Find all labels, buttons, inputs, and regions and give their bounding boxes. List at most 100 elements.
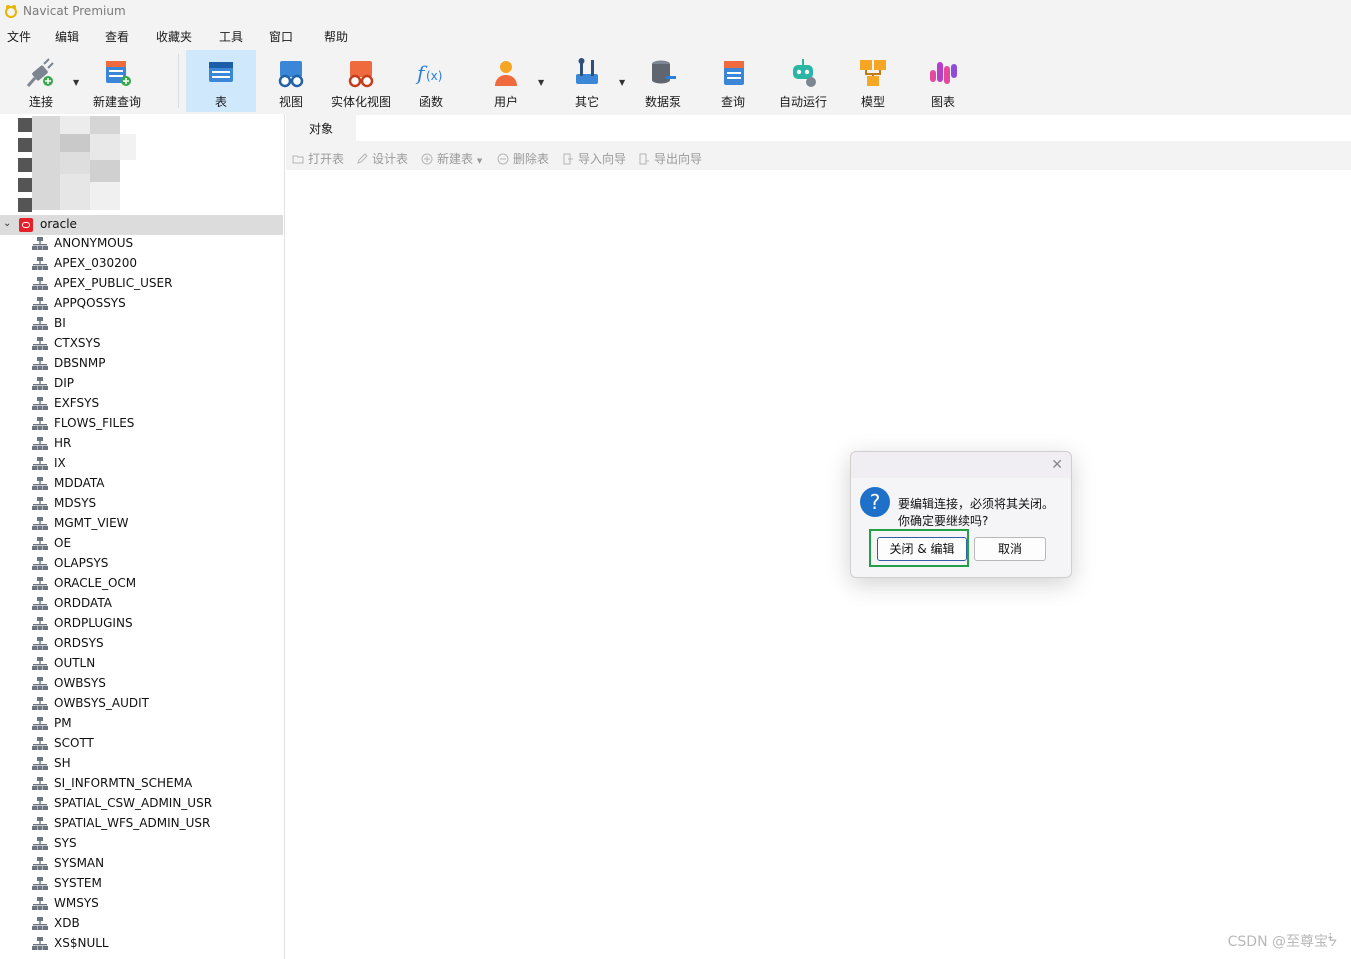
schema-icon xyxy=(32,557,48,570)
other-button[interactable]: 其它 xyxy=(562,50,612,112)
schema-icon xyxy=(32,537,48,550)
new-table-button[interactable]: 新建表 ▼ xyxy=(421,150,482,167)
export-wizard-button[interactable]: 导出向导 xyxy=(638,150,702,167)
cancel-button[interactable]: 取消 xyxy=(974,537,1046,561)
schema-label: HR xyxy=(54,436,72,450)
schema-icon xyxy=(32,897,48,910)
schema-item[interactable]: APEX_030200 xyxy=(0,254,283,274)
schema-label: CTXSYS xyxy=(54,336,101,350)
connect-dropdown-caret-icon[interactable]: ▼ xyxy=(73,78,79,87)
schema-item[interactable]: SCOTT xyxy=(0,734,283,754)
connection-icon[interactable] xyxy=(18,138,32,152)
schema-item[interactable]: XS$NULL xyxy=(0,934,283,954)
menu-favorites[interactable]: 收藏夹 xyxy=(156,28,192,45)
schema-item[interactable]: ORACLE_OCM xyxy=(0,574,283,594)
open-table-button[interactable]: 打开表 xyxy=(292,150,344,167)
schema-item[interactable]: APEX_PUBLIC_USER xyxy=(0,274,283,294)
materialized-view-label: 实体化视图 xyxy=(330,95,391,109)
query-icon xyxy=(724,61,744,85)
menu-window[interactable]: 窗口 xyxy=(269,28,293,45)
object-content-area[interactable] xyxy=(286,170,1351,959)
schema-item[interactable]: SYS xyxy=(0,834,283,854)
schema-item[interactable]: SH xyxy=(0,754,283,774)
schema-item[interactable]: OWBSYS xyxy=(0,674,283,694)
schema-item[interactable]: SYSTEM xyxy=(0,874,283,894)
connection-icon[interactable] xyxy=(18,158,32,172)
robot-icon xyxy=(793,59,816,87)
table-label: 表 xyxy=(214,95,227,109)
menu-tools[interactable]: 工具 xyxy=(219,28,243,45)
schema-item[interactable]: OWBSYS_AUDIT xyxy=(0,694,283,714)
query-button[interactable]: 查询 xyxy=(708,50,758,112)
folder-open-icon xyxy=(292,155,304,164)
schema-icon xyxy=(32,857,48,870)
user-button[interactable]: 用户 xyxy=(481,50,531,112)
schema-item[interactable]: CTXSYS xyxy=(0,334,283,354)
connection-icon[interactable] xyxy=(18,198,32,212)
schema-item[interactable]: IX xyxy=(0,454,283,474)
question-icon: ? xyxy=(860,487,890,517)
schema-item[interactable]: MDSYS xyxy=(0,494,283,514)
schema-item[interactable]: BI xyxy=(0,314,283,334)
schema-item[interactable]: HR xyxy=(0,434,283,454)
schema-item[interactable]: OUTLN xyxy=(0,654,283,674)
connection-icon[interactable] xyxy=(18,178,32,192)
schema-item[interactable]: SPATIAL_CSW_ADMIN_USR xyxy=(0,794,283,814)
schema-item[interactable]: MGMT_VIEW xyxy=(0,514,283,534)
view-button[interactable]: 视图 xyxy=(266,50,316,112)
schema-icon xyxy=(32,457,48,470)
schema-icon xyxy=(32,717,48,730)
tab-objects[interactable]: 对象 xyxy=(286,114,356,142)
oracle-connection-row[interactable]: ⌄ oracle xyxy=(0,215,283,235)
navicat-logo-icon xyxy=(5,5,17,18)
user-dropdown-caret-icon[interactable]: ▼ xyxy=(538,78,544,87)
chart-button[interactable]: 图表 xyxy=(918,50,968,112)
highlight-box xyxy=(869,529,969,567)
schema-item[interactable]: DBSNMP xyxy=(0,354,283,374)
schema-item[interactable]: EXFSYS xyxy=(0,394,283,414)
schema-item[interactable]: PM xyxy=(0,714,283,734)
schema-item[interactable]: SPATIAL_WFS_ADMIN_USR xyxy=(0,814,283,834)
connect-button[interactable]: 连接 xyxy=(14,50,68,112)
menu-file[interactable]: 文件 xyxy=(7,28,31,45)
chevron-down-icon[interactable]: ⌄ xyxy=(3,218,11,229)
schema-item[interactable]: WMSYS xyxy=(0,894,283,914)
minus-circle-icon xyxy=(497,153,509,165)
model-button[interactable]: 模型 xyxy=(848,50,898,112)
schema-item[interactable]: SYSMAN xyxy=(0,854,283,874)
menu-edit[interactable]: 编辑 xyxy=(55,28,79,45)
new-query-button[interactable]: 新建查询 xyxy=(90,50,144,112)
menu-view[interactable]: 查看 xyxy=(105,28,129,45)
schema-label: SH xyxy=(54,756,71,770)
table-button[interactable]: 表 xyxy=(186,50,256,112)
schema-item[interactable]: ORDDATA xyxy=(0,594,283,614)
new-table-dropdown-caret-icon[interactable]: ▼ xyxy=(477,157,482,165)
dialog-message-line1: 要编辑连接，必须将其关闭。 xyxy=(898,497,1055,511)
schema-item[interactable]: ANONYMOUS xyxy=(0,234,283,254)
other-dropdown-caret-icon[interactable]: ▼ xyxy=(619,78,625,87)
schema-icon xyxy=(32,677,48,690)
schema-item[interactable]: MDDATA xyxy=(0,474,283,494)
schema-item[interactable]: SI_INFORMTN_SCHEMA xyxy=(0,774,283,794)
schema-item[interactable]: ORDSYS xyxy=(0,634,283,654)
schema-item[interactable]: XDB xyxy=(0,914,283,934)
schema-item[interactable]: DIP xyxy=(0,374,283,394)
schema-icon xyxy=(32,397,48,410)
materialized-view-button[interactable]: 实体化视图 xyxy=(326,50,396,112)
connection-icon[interactable] xyxy=(18,118,32,132)
close-icon[interactable]: ✕ xyxy=(1051,457,1063,473)
data-pump-button[interactable]: 数据泵 xyxy=(638,50,688,112)
delete-table-button[interactable]: 删除表 xyxy=(497,150,549,167)
schema-item[interactable]: FLOWS_FILES xyxy=(0,414,283,434)
automation-button[interactable]: 自动运行 xyxy=(774,50,832,112)
import-wizard-button[interactable]: 导入向导 xyxy=(562,150,626,167)
schema-item[interactable]: APPQOSSYS xyxy=(0,294,283,314)
design-table-button[interactable]: 设计表 xyxy=(356,150,408,167)
schema-icon xyxy=(32,757,48,770)
schema-item[interactable]: OLAPSYS xyxy=(0,554,283,574)
schema-item[interactable]: ORDPLUGINS xyxy=(0,614,283,634)
schema-item[interactable]: OE xyxy=(0,534,283,554)
menu-help[interactable]: 帮助 xyxy=(324,28,348,45)
function-button[interactable]: f (x) 函数 xyxy=(406,50,456,112)
tab-bar: 对象 xyxy=(286,114,1351,143)
